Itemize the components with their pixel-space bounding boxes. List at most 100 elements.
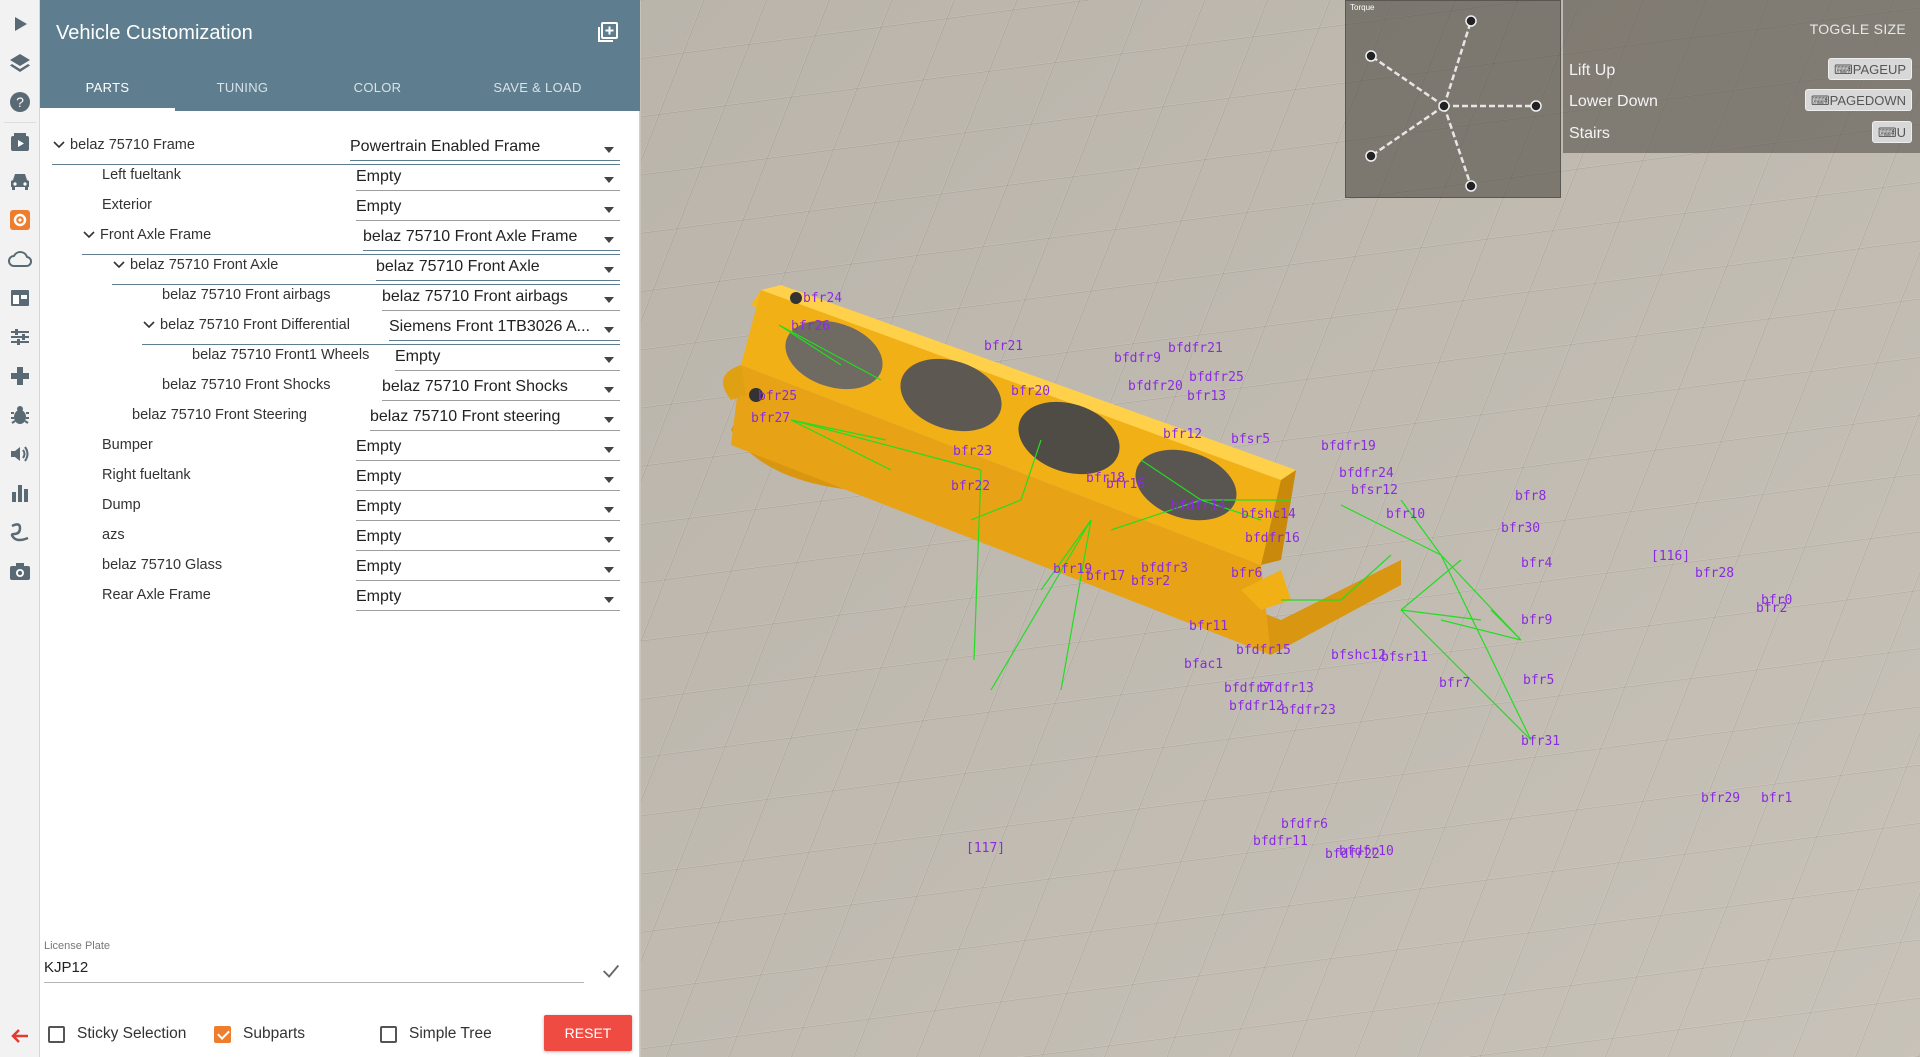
stats-icon[interactable]: [6, 479, 34, 507]
add-window-icon[interactable]: [596, 20, 620, 44]
cloud-icon[interactable]: [6, 245, 34, 273]
part-row[interactable]: Exterior Empty: [40, 191, 640, 221]
sticky-selection-checkbox[interactable]: Sticky Selection: [48, 1022, 186, 1046]
part-select-value: Empty: [395, 348, 441, 365]
part-select-value: Empty: [356, 168, 402, 185]
car-icon[interactable]: [6, 167, 34, 195]
part-select[interactable]: Empty: [356, 435, 620, 461]
debug-node-label: bfshc14: [1241, 507, 1296, 522]
reset-button[interactable]: RESET: [544, 1015, 632, 1051]
debug-node-label: bfdfr13: [1259, 681, 1314, 696]
keyboard-icon: ⌨: [1877, 125, 1897, 140]
tab-color[interactable]: COLOR: [310, 80, 445, 95]
part-select[interactable]: Siemens Front 1TB3026 A...: [389, 315, 620, 341]
bug-icon[interactable]: [6, 401, 34, 429]
license-plate-label: License Plate: [44, 940, 111, 952]
debug-node-label: bfr1: [1761, 791, 1792, 806]
part-select[interactable]: Empty: [356, 495, 620, 521]
part-row[interactable]: belaz 75710 Front airbags belaz 75710 Fro…: [40, 281, 640, 311]
checkmark-icon[interactable]: [600, 960, 622, 982]
debug-node-label: bfdfr12: [1229, 699, 1284, 714]
part-select[interactable]: belaz 75710 Front airbags: [382, 285, 620, 311]
vehicle-scene[interactable]: bfr24 bfr26 bfr21 bfdfr21 bfdfr9 bfdfr25 bfdfr…: [641, 0, 1920, 1057]
debug-node-label: bfsr2: [1131, 574, 1170, 589]
part-select[interactable]: Powertrain Enabled Frame: [350, 135, 620, 161]
window-icon[interactable]: [6, 284, 34, 312]
volume-icon[interactable]: [6, 440, 34, 468]
dropdown-arrow-icon: [604, 387, 614, 393]
tab-tuning[interactable]: TUNING: [175, 80, 310, 95]
media-icon[interactable]: [6, 128, 34, 156]
part-row[interactable]: Dump Empty: [40, 491, 640, 521]
part-row[interactable]: azs Empty: [40, 521, 640, 551]
part-select-value: Empty: [356, 498, 402, 515]
part-select[interactable]: Empty: [356, 585, 620, 611]
3d-viewport[interactable]: bfr24 bfr26 bfr21 bfdfr21 bfdfr9 bfdfr25 bfdfr…: [641, 0, 1920, 1057]
part-row[interactable]: belaz 75710 Glass Empty: [40, 551, 640, 581]
simple-tree-label: Simple Tree: [409, 1025, 492, 1042]
part-select-value: belaz 75710 Front Axle Frame: [363, 228, 578, 245]
part-select[interactable]: belaz 75710 Front steering: [370, 405, 620, 431]
part-select[interactable]: Empty: [395, 345, 620, 371]
part-row[interactable]: Rear Axle Frame Empty: [40, 581, 640, 611]
debug-node-label: [116]: [1651, 549, 1690, 564]
layers-icon[interactable]: [6, 49, 34, 77]
debug-node-label: bfr16: [1106, 477, 1145, 492]
part-row[interactable]: Right fueltank Empty: [40, 461, 640, 491]
part-select[interactable]: belaz 75710 Front Axle: [376, 255, 620, 281]
part-label: Right fueltank: [102, 467, 191, 483]
back-arrow-icon[interactable]: [6, 1022, 34, 1050]
part-select[interactable]: Empty: [356, 165, 620, 191]
part-row[interactable]: belaz 75710 Front Shocks belaz 75710 Fron…: [40, 371, 640, 401]
license-plate-input[interactable]: KJP12: [44, 955, 584, 983]
debug-node-label: bfsr11: [1381, 650, 1428, 665]
dropdown-arrow-icon: [604, 207, 614, 213]
dropdown-arrow-icon: [604, 597, 614, 603]
play-icon[interactable]: [6, 10, 34, 38]
part-label: belaz 75710 Front Steering: [132, 407, 307, 423]
subparts-checkbox[interactable]: Subparts: [214, 1022, 305, 1046]
debug-node-label: bfdfr23: [1281, 703, 1336, 718]
help-icon[interactable]: ?: [6, 88, 34, 116]
tab-save-load[interactable]: SAVE & LOAD: [445, 80, 630, 95]
part-row[interactable]: belaz 75710 Frame Powertrain Enabled Fram…: [40, 131, 640, 165]
part-row[interactable]: belaz 75710 Front Steering belaz 75710 Fr…: [40, 401, 640, 431]
part-label: belaz 75710 Glass: [102, 557, 223, 573]
part-row[interactable]: belaz 75710 Front1 Wheels Empty: [40, 341, 640, 371]
sliders-icon[interactable]: [6, 323, 34, 351]
part-row[interactable]: belaz 75710 Front Axle belaz 75710 Front …: [40, 251, 640, 285]
debug-node-label: bfsr5: [1231, 432, 1270, 447]
part-row[interactable]: Front Axle Frame belaz 75710 Front Axle F…: [40, 221, 640, 255]
gamepad-icon[interactable]: [6, 362, 34, 390]
part-select[interactable]: belaz 75710 Front Shocks: [382, 375, 620, 401]
debug-node-label: bfdfr25: [1189, 370, 1244, 385]
part-label: Exterior: [102, 197, 152, 213]
debug-node-label: bfr12: [1163, 427, 1202, 442]
chevron-down-icon[interactable]: [142, 318, 156, 332]
part-select[interactable]: Empty: [356, 525, 620, 551]
route-icon[interactable]: [6, 518, 34, 546]
debug-node-label: bfr27: [751, 411, 790, 426]
part-select[interactable]: belaz 75710 Front Axle Frame: [363, 225, 620, 251]
part-row[interactable]: Bumper Empty: [40, 431, 640, 461]
simple-tree-checkbox[interactable]: Simple Tree: [380, 1022, 492, 1046]
debug-node-label: bfr7: [1439, 676, 1470, 691]
part-select-value: Empty: [356, 468, 402, 485]
camera-icon[interactable]: [6, 557, 34, 585]
chevron-down-icon[interactable]: [112, 258, 126, 272]
part-select-value: Empty: [356, 198, 402, 215]
debug-node-label: bfr9: [1521, 613, 1552, 628]
vehicle-config-icon[interactable]: [6, 206, 34, 234]
chevron-down-icon[interactable]: [82, 228, 96, 242]
part-select[interactable]: Empty: [356, 465, 620, 491]
part-label: azs: [102, 527, 125, 543]
toggle-size-button[interactable]: TOGGLE SIZE: [1810, 21, 1906, 37]
part-row[interactable]: belaz 75710 Front Differential Siemens Fr…: [40, 311, 640, 345]
debug-node-label: bfr20: [1011, 384, 1050, 399]
tab-parts[interactable]: PARTS: [40, 80, 175, 95]
chevron-down-icon[interactable]: [52, 138, 66, 152]
part-select[interactable]: Empty: [356, 555, 620, 581]
part-select[interactable]: Empty: [356, 195, 620, 221]
part-row[interactable]: Left fueltank Empty: [40, 161, 640, 191]
debug-node-label: bfr28: [1695, 566, 1734, 581]
